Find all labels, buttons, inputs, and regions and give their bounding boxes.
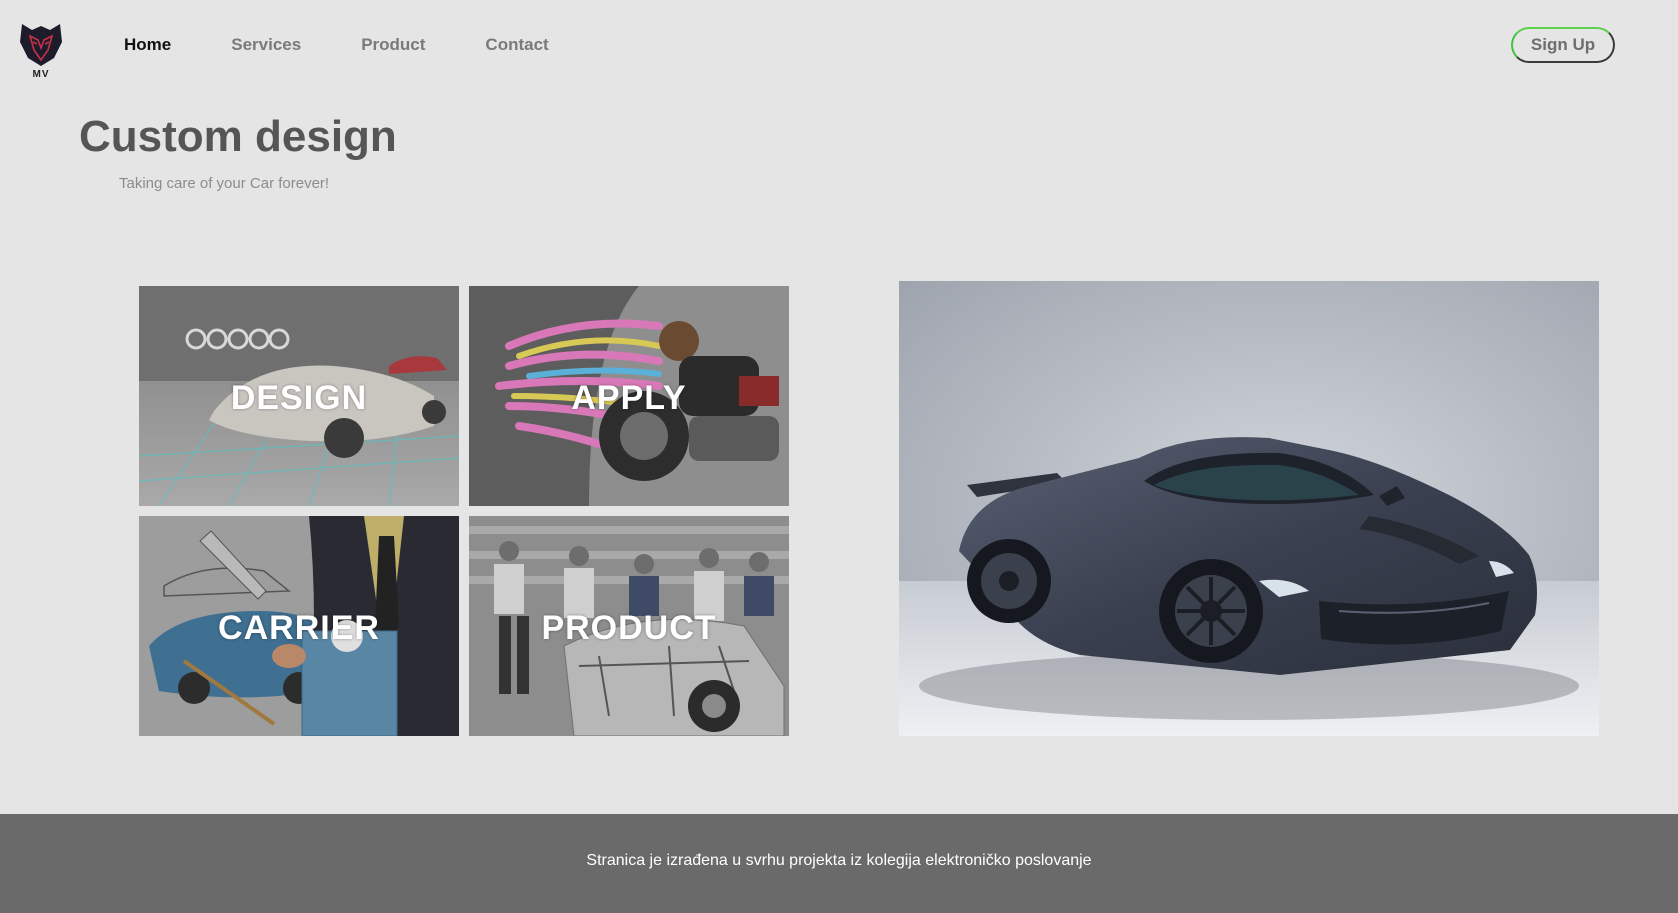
nav-home[interactable]: Home [124, 35, 171, 55]
sports-car-photo [899, 281, 1599, 736]
main-nav: Home Services Product Contact [124, 35, 609, 55]
logo[interactable]: MV [18, 18, 64, 82]
site-footer: Stranica je izrađena u svrhu projekta iz… [0, 814, 1678, 913]
sign-up-button[interactable]: Sign Up [1511, 27, 1615, 63]
wolf-logo-icon [20, 24, 62, 66]
footer-text: Stranica je izrađena u svrhu projekta iz… [586, 852, 1092, 869]
tile-carrier[interactable]: CARRIER [139, 516, 459, 736]
tile-label-apply: APPLY [571, 379, 687, 417]
page-title: Custom design [79, 112, 397, 161]
tile-product[interactable]: PRODUCT [469, 516, 789, 736]
tile-label-carrier: CARRIER [218, 609, 380, 647]
site-header: MV Home Services Product Contact Sign Up [0, 0, 1678, 90]
hero-car-image [899, 281, 1599, 736]
tile-apply[interactable]: APPLY [469, 286, 789, 506]
tile-label-product: PRODUCT [541, 609, 717, 647]
nav-contact[interactable]: Contact [485, 35, 548, 55]
page-subtitle: Taking care of your Car forever! [119, 175, 330, 192]
tile-label-design: DESIGN [230, 379, 368, 417]
nav-services[interactable]: Services [231, 35, 301, 55]
logo-text: MV [32, 69, 50, 80]
nav-product[interactable]: Product [361, 35, 425, 55]
tile-design[interactable]: DESIGN [139, 286, 459, 506]
